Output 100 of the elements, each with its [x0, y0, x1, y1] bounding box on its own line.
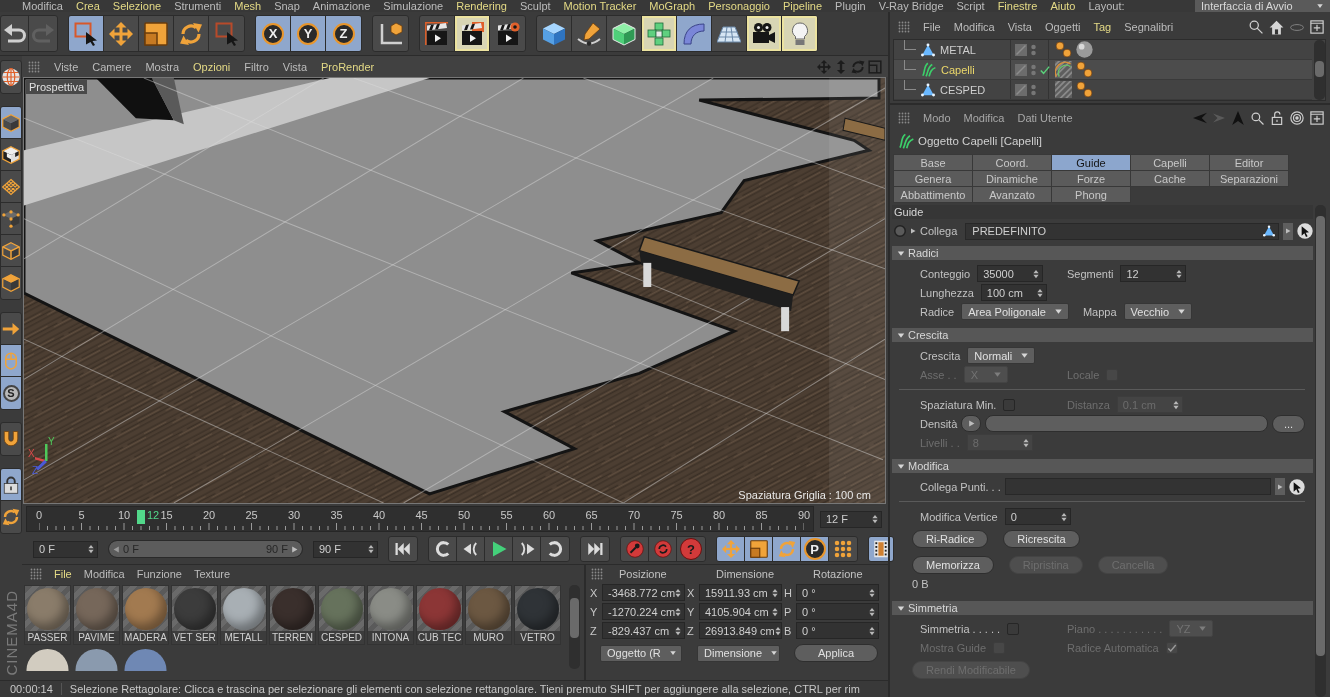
menu-item[interactable]: Segnalibri: [1124, 21, 1174, 33]
render-picture-button[interactable]: [455, 16, 490, 51]
coordinate-field[interactable]: 26913.849 cm: [699, 622, 782, 639]
menu-item[interactable]: Viste: [54, 60, 79, 73]
link-menu-button[interactable]: [1275, 478, 1285, 495]
link-field[interactable]: PREDEFINITO: [965, 222, 1279, 240]
material-preview-icon[interactable]: [122, 647, 169, 671]
menu-item[interactable]: ProRender: [321, 60, 375, 73]
menu-item[interactable]: Mostra: [145, 60, 179, 73]
material-preview-icon[interactable]: [73, 647, 120, 671]
camera-button[interactable]: [747, 16, 782, 51]
material-preview-icon[interactable]: [24, 647, 71, 671]
object-row[interactable]: CESPED: [894, 80, 1312, 100]
section-header[interactable]: Simmetria: [892, 601, 1313, 615]
action-button[interactable]: Ri-Radice: [912, 530, 989, 548]
coordinate-field[interactable]: 0 °: [796, 622, 879, 639]
start-frame-field[interactable]: 0 F: [33, 540, 98, 558]
material-item[interactable]: CESPED: [318, 585, 365, 645]
dots-tag-icon[interactable]: [1076, 81, 1093, 98]
new-panel-icon[interactable]: [1310, 111, 1324, 125]
timeline-button[interactable]: [869, 537, 893, 561]
tab[interactable]: Avanzato: [972, 186, 1052, 203]
scene-render-drawing[interactable]: [24, 78, 885, 503]
cloner-button[interactable]: [642, 16, 677, 51]
menu-item[interactable]: Strumenti: [174, 0, 222, 12]
number-field[interactable]: 0: [1004, 508, 1071, 525]
tab[interactable]: Cache: [1130, 170, 1210, 187]
menu-item[interactable]: Aiuto: [1050, 0, 1076, 12]
current-frame-field[interactable]: 12 F: [820, 510, 882, 528]
scrollbar-thumb[interactable]: [1315, 61, 1324, 77]
menu-item[interactable]: Snap: [274, 0, 300, 12]
dropdown[interactable]: Area Poligonale: [961, 303, 1069, 320]
visibility-dots-icon[interactable]: [1031, 43, 1036, 56]
apply-button[interactable]: Applica: [794, 644, 878, 662]
playhead-handle[interactable]: [136, 510, 145, 524]
model-mode-button[interactable]: [1, 107, 21, 139]
menu-item[interactable]: Modifica: [963, 112, 1005, 124]
menu-item[interactable]: Crea: [75, 0, 100, 12]
oval-icon[interactable]: [1290, 23, 1304, 31]
layout-dropdown[interactable]: Interfaccia di Avvio: [1195, 0, 1330, 12]
visibility-dots-icon[interactable]: [1031, 63, 1036, 76]
menu-item[interactable]: Oggetti: [1044, 21, 1081, 33]
coordinate-field[interactable]: -829.437 cm: [602, 622, 685, 639]
dropdown[interactable]: Vecchio: [1123, 303, 1193, 320]
coordinate-field[interactable]: -1270.224 cm: [602, 603, 685, 620]
check-icon[interactable]: [1040, 64, 1050, 75]
object-row[interactable]: Capelli: [894, 60, 1312, 80]
search-icon[interactable]: [1249, 20, 1263, 34]
coordinate-field[interactable]: 15911.93 cm: [699, 584, 782, 601]
key-scale-button[interactable]: [745, 537, 773, 561]
layer-box-icon[interactable]: [1015, 43, 1027, 56]
menu-item[interactable]: Texture: [193, 568, 231, 580]
scrollbar-track[interactable]: [569, 585, 580, 669]
scrollbar-thumb[interactable]: [1316, 216, 1325, 656]
pick-pointer-icon[interactable]: [1297, 223, 1313, 239]
number-field[interactable]: 100 cm: [980, 284, 1047, 301]
shader-menu-button[interactable]: [961, 415, 982, 432]
action-button[interactable]: Memorizza: [912, 556, 994, 574]
menu-item[interactable]: Vista: [1007, 21, 1032, 33]
action-button[interactable]: Ricrescita: [1003, 530, 1080, 548]
section-header[interactable]: Modifica: [892, 459, 1313, 473]
menu-item[interactable]: Dati Utente: [1017, 112, 1073, 124]
menu-item[interactable]: Funzione: [136, 568, 182, 580]
menu-item[interactable]: Script: [956, 0, 985, 12]
menu-item[interactable]: Tag: [1093, 21, 1112, 33]
material-tag-icon[interactable]: [1076, 41, 1093, 58]
menu-item[interactable]: File: [923, 21, 941, 33]
x-axis-button[interactable]: X: [256, 16, 291, 51]
shader-options-button[interactable]: ...: [1272, 414, 1305, 433]
end-frame-field[interactable]: 90 F: [313, 540, 378, 558]
material-item[interactable]: PAVIME: [73, 585, 120, 645]
dots-tag-icon[interactable]: [1076, 61, 1093, 78]
menu-item[interactable]: Modo: [923, 112, 951, 124]
live-selection-button[interactable]: [69, 16, 104, 51]
material-item[interactable]: VETRO: [514, 585, 561, 645]
menu-item[interactable]: MoGraph: [649, 0, 696, 12]
menu-item[interactable]: Motion Tracker: [563, 0, 637, 12]
coordinate-field[interactable]: -3468.772 cm: [602, 584, 685, 601]
layer-box-icon[interactable]: [1015, 83, 1027, 96]
material-item[interactable]: VET SER: [171, 585, 218, 645]
link-menu-button[interactable]: [1283, 222, 1293, 240]
y-axis-button[interactable]: Y: [291, 16, 326, 51]
search-icon[interactable]: [1251, 111, 1264, 125]
deformer-button[interactable]: [677, 16, 712, 51]
menu-item[interactable]: Opzioni: [193, 60, 231, 73]
coordinate-field[interactable]: 0 °: [796, 603, 879, 620]
size-mode-dropdown[interactable]: Dimensione: [697, 644, 780, 662]
section-header[interactable]: Crescita: [892, 328, 1313, 342]
menu-item[interactable]: Mesh: [234, 0, 262, 12]
lock-button[interactable]: [1, 469, 21, 501]
coordinate-field[interactable]: 4105.904 cm: [699, 603, 782, 620]
tab[interactable]: Abbattimento: [893, 186, 973, 203]
scrollbar-track[interactable]: [1315, 205, 1326, 697]
menu-item[interactable]: Rendering: [456, 0, 507, 12]
number-field[interactable]: 12: [1120, 265, 1187, 282]
material-item[interactable]: METALL: [220, 585, 267, 645]
pick-pointer-icon[interactable]: [1289, 478, 1305, 495]
menu-item[interactable]: Vista: [282, 60, 308, 73]
menu-item[interactable]: Sculpt: [520, 0, 551, 12]
lock-icon[interactable]: [1270, 111, 1284, 125]
